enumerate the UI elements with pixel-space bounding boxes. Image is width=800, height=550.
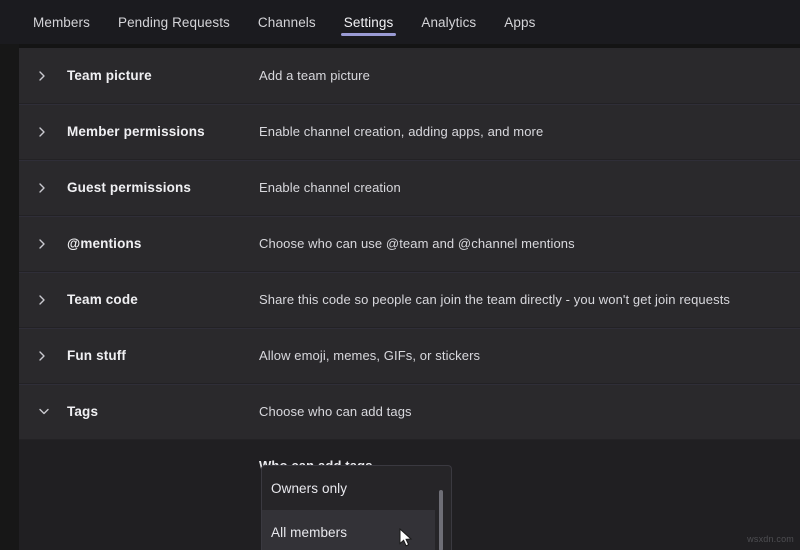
tab-label: Analytics [421, 14, 477, 30]
settings-row-tags[interactable]: Tags Choose who can add tags [19, 384, 800, 440]
tab-label: Channels [257, 14, 316, 30]
dropdown-option-all-members[interactable]: All members [262, 510, 435, 550]
settings-row-member-permissions[interactable]: Member permissions Enable channel creati… [19, 104, 800, 160]
dropdown-option-owners-only[interactable]: Owners only [262, 466, 451, 510]
chevron-down-icon [39, 408, 67, 415]
left-gutter [0, 44, 19, 550]
tab-label: Settings [343, 14, 394, 30]
settings-row-description: Enable channel creation [259, 180, 401, 195]
settings-row-team-picture[interactable]: Team picture Add a team picture [19, 48, 800, 104]
chevron-right-icon [39, 70, 67, 81]
settings-row-title: Tags [67, 404, 99, 419]
settings-row-title: Team picture [67, 68, 152, 83]
settings-row-description: Enable channel creation, adding apps, an… [259, 124, 544, 139]
tab-label: Members [33, 14, 90, 30]
tab-analytics[interactable]: Analytics [407, 0, 490, 44]
tab-apps[interactable]: Apps [490, 0, 549, 44]
chevron-right-icon [39, 182, 67, 193]
settings-row-title: Team code [67, 292, 138, 307]
team-settings-tabbar: Members Pending Requests Channels Settin… [0, 0, 800, 44]
chevron-right-icon [39, 294, 67, 305]
settings-row-mentions[interactable]: @mentions Choose who can use @team and @… [19, 216, 800, 272]
watermark: wsxdn.com [747, 534, 794, 544]
settings-row-description: Choose who can add tags [259, 404, 412, 419]
settings-row-team-code[interactable]: Team code Share this code so people can … [19, 272, 800, 328]
settings-row-description: Allow emoji, memes, GIFs, or stickers [259, 348, 481, 363]
settings-row-description: Share this code so people can join the t… [259, 292, 731, 307]
tab-members[interactable]: Members [19, 0, 104, 44]
settings-row-title: Fun stuff [67, 348, 127, 363]
settings-row-fun-stuff[interactable]: Fun stuff Allow emoji, memes, GIFs, or s… [19, 328, 800, 384]
dropdown-scrollbar[interactable] [439, 490, 443, 550]
tab-label: Apps [504, 14, 536, 30]
tab-pending-requests[interactable]: Pending Requests [104, 0, 244, 44]
who-can-add-tags-dropdown[interactable]: Owners only All members [261, 465, 452, 550]
tab-label: Pending Requests [117, 14, 230, 30]
tab-channels[interactable]: Channels [244, 0, 330, 44]
settings-row-title: Member permissions [67, 124, 205, 139]
settings-row-title: Guest permissions [67, 180, 192, 195]
settings-row-guest-permissions[interactable]: Guest permissions Enable channel creatio… [19, 160, 800, 216]
tab-settings[interactable]: Settings [330, 0, 408, 44]
settings-row-title: @mentions [67, 236, 142, 251]
chevron-right-icon [39, 238, 67, 249]
chevron-right-icon [39, 350, 67, 361]
chevron-right-icon [39, 126, 67, 137]
settings-row-description: Choose who can use @team and @channel me… [259, 236, 575, 251]
settings-row-description: Add a team picture [259, 68, 370, 83]
